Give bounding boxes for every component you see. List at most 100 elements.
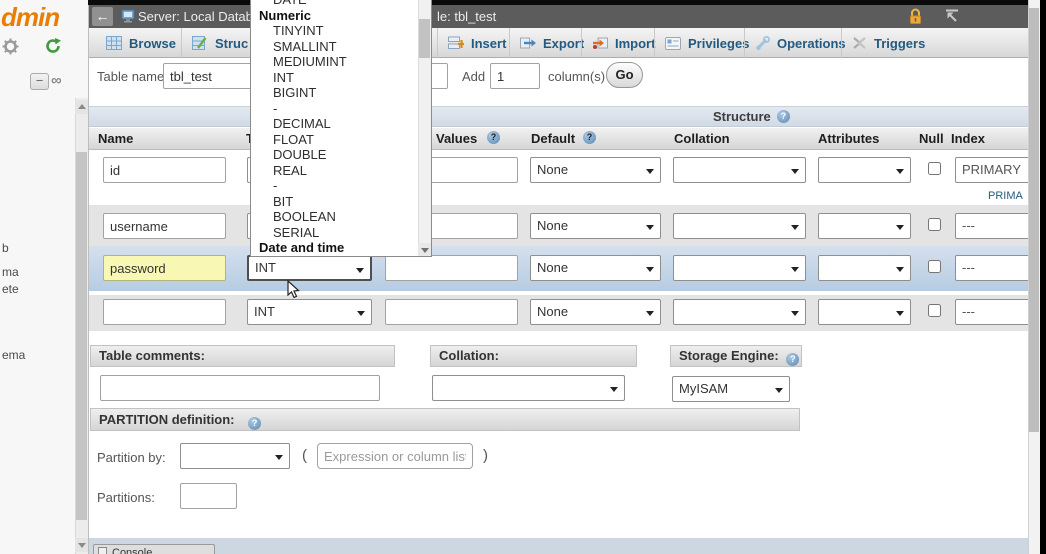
collation-select[interactable]: [673, 299, 806, 325]
tab-label: Import: [615, 35, 656, 51]
table-comments-input[interactable]: [100, 375, 380, 401]
column-row-empty: INT None ---: [89, 295, 1028, 331]
collapse-all-button[interactable]: −: [30, 73, 49, 90]
help-icon[interactable]: ?: [487, 131, 500, 144]
col-header-collation: Collation: [674, 131, 730, 146]
settings-gear-icon[interactable]: [2, 38, 19, 55]
collation-select[interactable]: [673, 213, 806, 239]
storage-engine-select[interactable]: MyISAM: [672, 376, 790, 402]
tab-import[interactable]: Import: [581, 28, 665, 58]
tab-insert[interactable]: Insert: [437, 28, 516, 58]
dropdown-option[interactable]: TINYINT: [251, 23, 431, 39]
column-name-input[interactable]: [103, 157, 226, 183]
dropdown-option[interactable]: INT: [251, 70, 431, 86]
table-collation-select[interactable]: [432, 375, 625, 401]
column-name-input[interactable]: [103, 255, 226, 281]
dropdown-scrollbar-thumb[interactable]: [419, 19, 430, 58]
dropdown-option[interactable]: SMALLINT: [251, 39, 431, 55]
scroll-down-arrow[interactable]: [75, 538, 88, 552]
partitions-label: Partitions:: [97, 490, 155, 505]
scroll-up-arrow[interactable]: [75, 100, 88, 114]
default-select[interactable]: None: [530, 157, 661, 183]
table-name-label: Table name:: [97, 69, 168, 84]
phpmyadmin-window: dmin − ∞ b ma ete ema ← Server: Local Da…: [0, 0, 1046, 554]
type-select[interactable]: INT: [247, 299, 372, 325]
col-header-name: Name: [98, 131, 134, 146]
tab-operations[interactable]: Operations: [744, 28, 856, 58]
col-header-null: Null: [919, 131, 944, 146]
attributes-select[interactable]: [818, 213, 911, 239]
collation-select[interactable]: [673, 157, 806, 183]
dropdown-option[interactable]: -: [251, 178, 431, 194]
default-select[interactable]: None: [530, 255, 661, 281]
browse-icon: [106, 36, 122, 50]
dropdown-option[interactable]: BIGINT: [251, 85, 431, 101]
index-select[interactable]: ---: [955, 213, 1028, 239]
dropdown-option[interactable]: DOUBLE: [251, 147, 431, 163]
mouse-cursor: [287, 280, 300, 299]
console-tab[interactable]: Console: [93, 544, 215, 554]
values-input[interactable]: [385, 255, 518, 281]
tab-structure[interactable]: Struc: [181, 28, 258, 58]
partitions-count-input[interactable]: [180, 483, 237, 509]
help-icon[interactable]: ?: [248, 417, 262, 430]
table-comments-header: Table comments:: [90, 345, 395, 367]
dropdown-option[interactable]: MEDIUMINT: [251, 54, 431, 70]
main-scrollbar-thumb[interactable]: [1029, 8, 1039, 432]
tab-triggers[interactable]: Triggers: [841, 28, 935, 58]
dropdown-option[interactable]: BOOLEAN: [251, 209, 431, 225]
phpmyadmin-logo[interactable]: dmin: [1, 2, 60, 33]
null-checkbox[interactable]: [928, 218, 941, 231]
sidebar-scrollbar-thumb[interactable]: [76, 152, 87, 520]
dropdown-option[interactable]: DECIMAL: [251, 116, 431, 132]
collapse-window-icon[interactable]: [944, 8, 960, 24]
tab-browse[interactable]: Browse: [96, 28, 186, 58]
index-select[interactable]: ---: [955, 299, 1028, 325]
null-checkbox[interactable]: [928, 304, 941, 317]
back-button[interactable]: ←: [92, 7, 113, 26]
lock-icon[interactable]: [907, 8, 924, 25]
console-label: Console: [112, 547, 153, 554]
values-input[interactable]: [385, 299, 518, 325]
default-select[interactable]: None: [530, 299, 661, 325]
dropdown-option[interactable]: SERIAL: [251, 225, 431, 241]
attributes-select[interactable]: [818, 299, 911, 325]
collation-select[interactable]: [673, 255, 806, 281]
breadcrumb-table[interactable]: le: tbl_test: [437, 9, 496, 24]
dropdown-option[interactable]: BIT: [251, 194, 431, 210]
type-select-open[interactable]: INT: [247, 255, 372, 281]
column-name-input[interactable]: [103, 213, 226, 239]
default-select[interactable]: None: [530, 213, 661, 239]
col-header-default: Default: [531, 131, 576, 146]
attributes-select[interactable]: [818, 157, 911, 183]
null-checkbox[interactable]: [928, 260, 941, 273]
go-button[interactable]: Go: [606, 62, 643, 88]
partition-by-select[interactable]: [180, 443, 290, 469]
dropdown-option[interactable]: DATE: [251, 0, 431, 8]
help-icon[interactable]: ?: [777, 110, 790, 123]
breadcrumb-server[interactable]: Server: Local Datab: [138, 9, 253, 24]
primary-key-link[interactable]: PRIMA: [988, 190, 1023, 202]
add-columns-count-input[interactable]: [490, 63, 540, 89]
sidebar-item-fragment[interactable]: ma: [2, 265, 19, 279]
help-icon[interactable]: ?: [786, 353, 800, 366]
dropdown-option[interactable]: REAL: [251, 163, 431, 179]
column-row-password: INT None ---: [89, 246, 1028, 291]
sidebar-item-fragment[interactable]: ete: [2, 282, 19, 296]
structure-title: Structure: [713, 109, 771, 124]
dropdown-option[interactable]: -: [251, 101, 431, 117]
column-name-input[interactable]: [103, 299, 226, 325]
help-icon[interactable]: ?: [583, 131, 596, 144]
refresh-icon[interactable]: [44, 37, 62, 55]
tab-label: Browse: [129, 35, 176, 51]
column-row-username: None ---: [89, 205, 1028, 246]
index-select[interactable]: ---: [955, 255, 1028, 281]
index-select[interactable]: PRIMARY: [955, 157, 1028, 183]
partition-expression-input[interactable]: [317, 443, 473, 469]
dropdown-scroll-down-arrow[interactable]: [418, 243, 431, 256]
sidebar-item-fragment[interactable]: b: [2, 241, 9, 255]
attributes-select[interactable]: [818, 255, 911, 281]
sidebar-item-fragment[interactable]: ema: [2, 348, 25, 362]
dropdown-option[interactable]: FLOAT: [251, 132, 431, 148]
null-checkbox[interactable]: [928, 162, 941, 175]
